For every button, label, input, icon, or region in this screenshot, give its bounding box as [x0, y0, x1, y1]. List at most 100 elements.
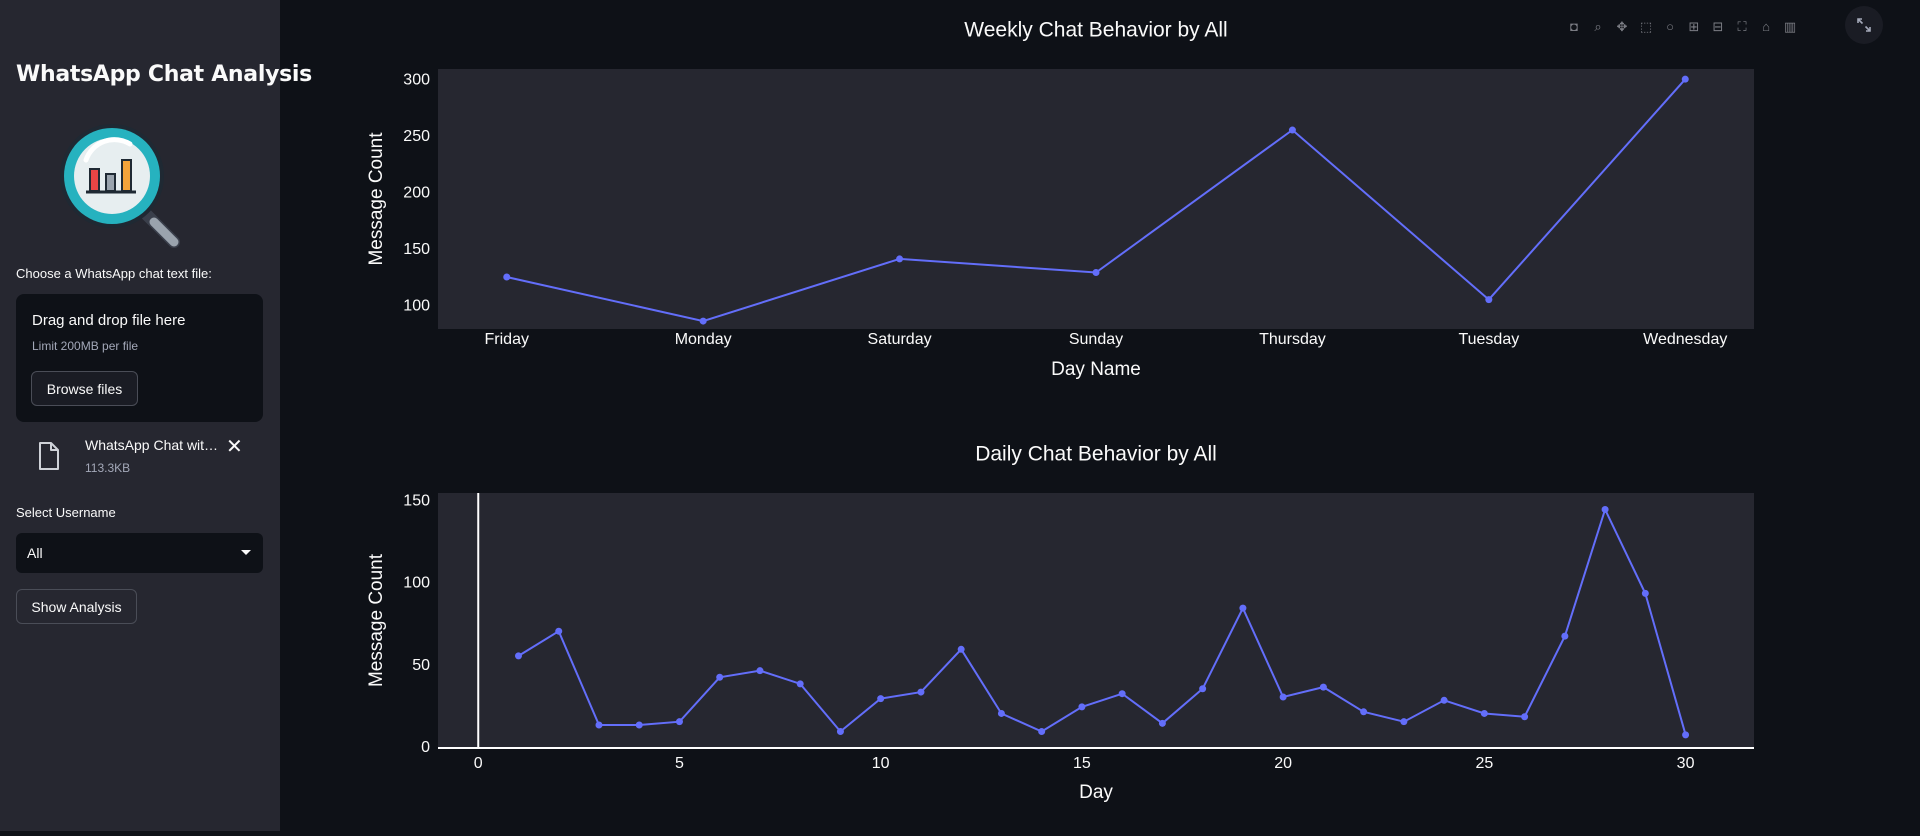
weekly-y-tick-label: 150 — [403, 241, 430, 258]
daily-data-point — [514, 652, 522, 660]
weekly-x-tick-label: Monday — [675, 331, 732, 348]
daily-data-point — [675, 718, 683, 726]
weekly-x-tick-label: Saturday — [868, 331, 932, 348]
daily-data-point — [1360, 708, 1368, 716]
fullscreen-button[interactable] — [1845, 6, 1883, 44]
show-analysis-button[interactable]: Show Analysis — [16, 589, 137, 624]
daily-data-point — [1601, 505, 1609, 513]
weekly-x-axis-label: Day Name — [1051, 359, 1141, 380]
daily-data-point — [756, 667, 764, 675]
analytics-logo-icon — [60, 124, 180, 248]
daily-data-point — [635, 721, 643, 729]
daily-data-point — [1038, 728, 1046, 736]
uploader-label: Choose a WhatsApp chat text file: — [16, 266, 212, 281]
daily-data-point — [1682, 731, 1690, 739]
daily-x-tick-label: 0 — [474, 755, 483, 772]
autoscale-icon[interactable]: ⛶ — [1734, 19, 1750, 35]
weekly-plot-area — [438, 69, 1754, 329]
zoom-in-icon[interactable]: ⊞ — [1686, 19, 1702, 35]
weekly-data-point — [503, 273, 511, 281]
weekly-x-tick-label: Thursday — [1259, 331, 1326, 348]
daily-data-point — [1199, 685, 1207, 693]
weekly-y-tick-label: 100 — [403, 298, 430, 315]
daily-x-tick-label: 10 — [872, 755, 890, 772]
select-username-label: Select Username — [16, 505, 116, 520]
weekly-y-tick-label: 250 — [403, 128, 430, 145]
daily-data-point — [1521, 713, 1529, 721]
daily-data-point — [1480, 709, 1488, 717]
daily-data-point — [1279, 693, 1287, 701]
daily-y-tick-label: 50 — [412, 657, 430, 674]
daily-x-tick-label: 15 — [1073, 755, 1091, 772]
dropzone-title: Drag and drop file here — [32, 312, 186, 329]
weekly-data-point — [1092, 268, 1100, 276]
daily-data-point — [1118, 690, 1126, 698]
app-title: WhatsApp Chat Analysis — [16, 62, 312, 87]
daily-data-point — [595, 721, 603, 729]
weekly-data-point — [699, 317, 707, 325]
weekly-data-point — [1288, 126, 1296, 134]
weekly-x-tick-label: Sunday — [1069, 331, 1123, 348]
uploaded-file-row: WhatsApp Chat wit… 113.3KB ✕ — [16, 432, 263, 480]
daily-y-tick-label: 100 — [403, 575, 430, 592]
weekly-y-tick-label: 300 — [403, 72, 430, 89]
daily-data-point — [1239, 604, 1247, 612]
uploaded-file-size: 113.3KB — [85, 461, 131, 475]
weekly-chart-title: Weekly Chat Behavior by All — [964, 19, 1227, 42]
file-dropzone[interactable]: Drag and drop file here Limit 200MB per … — [16, 294, 263, 422]
browse-files-button[interactable]: Browse files — [31, 371, 138, 406]
reset-axes-icon[interactable]: ⌂ — [1758, 19, 1774, 35]
daily-data-point — [1641, 589, 1649, 597]
daily-x-axis-label: Day — [1079, 782, 1113, 803]
daily-data-point — [877, 695, 885, 703]
weekly-y-tick-label: 200 — [403, 185, 430, 202]
lasso-icon[interactable]: ○ — [1662, 19, 1678, 35]
daily-data-point — [836, 728, 844, 736]
weekly-x-tick-label: Wednesday — [1643, 331, 1727, 348]
main-content: Weekly Chat Behavior by All Friday Monday S… — [280, 0, 1920, 831]
weekly-x-tick-label: Tuesday — [1458, 331, 1519, 348]
daily-data-point — [716, 673, 724, 681]
daily-x-tick-label: 30 — [1677, 755, 1695, 772]
daily-plot-area — [438, 493, 1754, 748]
sidebar: WhatsApp Chat Analysis Choose a WhatsApp… — [0, 0, 312, 831]
zoom-icon[interactable]: ⌕ — [1590, 19, 1606, 35]
username-select[interactable]: All — [16, 533, 263, 573]
daily-y-tick-label: 150 — [403, 492, 430, 509]
plotly-logo-icon[interactable]: ▥ — [1782, 19, 1798, 35]
daily-data-point — [555, 627, 563, 635]
daily-chart-title: Daily Chat Behavior by All — [975, 443, 1217, 466]
daily-data-point — [917, 688, 925, 696]
weekly-data-point — [1681, 75, 1689, 83]
dropzone-limit: Limit 200MB per file — [32, 339, 139, 353]
remove-file-icon[interactable]: ✕ — [226, 434, 243, 459]
daily-data-point — [796, 680, 804, 688]
weekly-data-point — [1485, 296, 1493, 304]
daily-data-point — [1440, 696, 1448, 704]
weekly-data-point — [896, 255, 904, 263]
daily-y-tick-label: 0 — [421, 739, 430, 756]
daily-y-axis-label: Message Count — [366, 553, 387, 687]
plot-modebar: ◘ ⌕ ✥ ⬚ ○ ⊞ ⊟ ⛶ ⌂ ▥ — [1566, 16, 1806, 38]
daily-data-point — [1158, 719, 1166, 727]
weekly-y-axis-label: Message Count — [366, 132, 387, 266]
camera-icon[interactable]: ◘ — [1566, 19, 1582, 35]
zoom-out-icon[interactable]: ⊟ — [1710, 19, 1726, 35]
uploaded-file-name: WhatsApp Chat wit… — [85, 437, 219, 453]
file-icon — [39, 442, 59, 470]
weekly-x-tick-label: Friday — [485, 331, 529, 348]
daily-data-point — [1561, 632, 1569, 640]
chevron-down-icon — [241, 550, 251, 555]
expand-icon — [1857, 18, 1871, 32]
daily-x-tick-label: 5 — [675, 755, 684, 772]
username-select-value: All — [27, 545, 43, 561]
daily-x-tick-label: 25 — [1475, 755, 1493, 772]
daily-data-point — [957, 645, 965, 653]
daily-data-point — [1319, 683, 1327, 691]
charts-canvas: Weekly Chat Behavior by All Friday Monday S… — [366, 19, 1754, 803]
daily-x-tick-label: 20 — [1274, 755, 1292, 772]
box-select-icon[interactable]: ⬚ — [1638, 19, 1654, 35]
daily-data-point — [997, 709, 1005, 717]
daily-data-point — [1400, 718, 1408, 726]
pan-icon[interactable]: ✥ — [1614, 19, 1630, 35]
